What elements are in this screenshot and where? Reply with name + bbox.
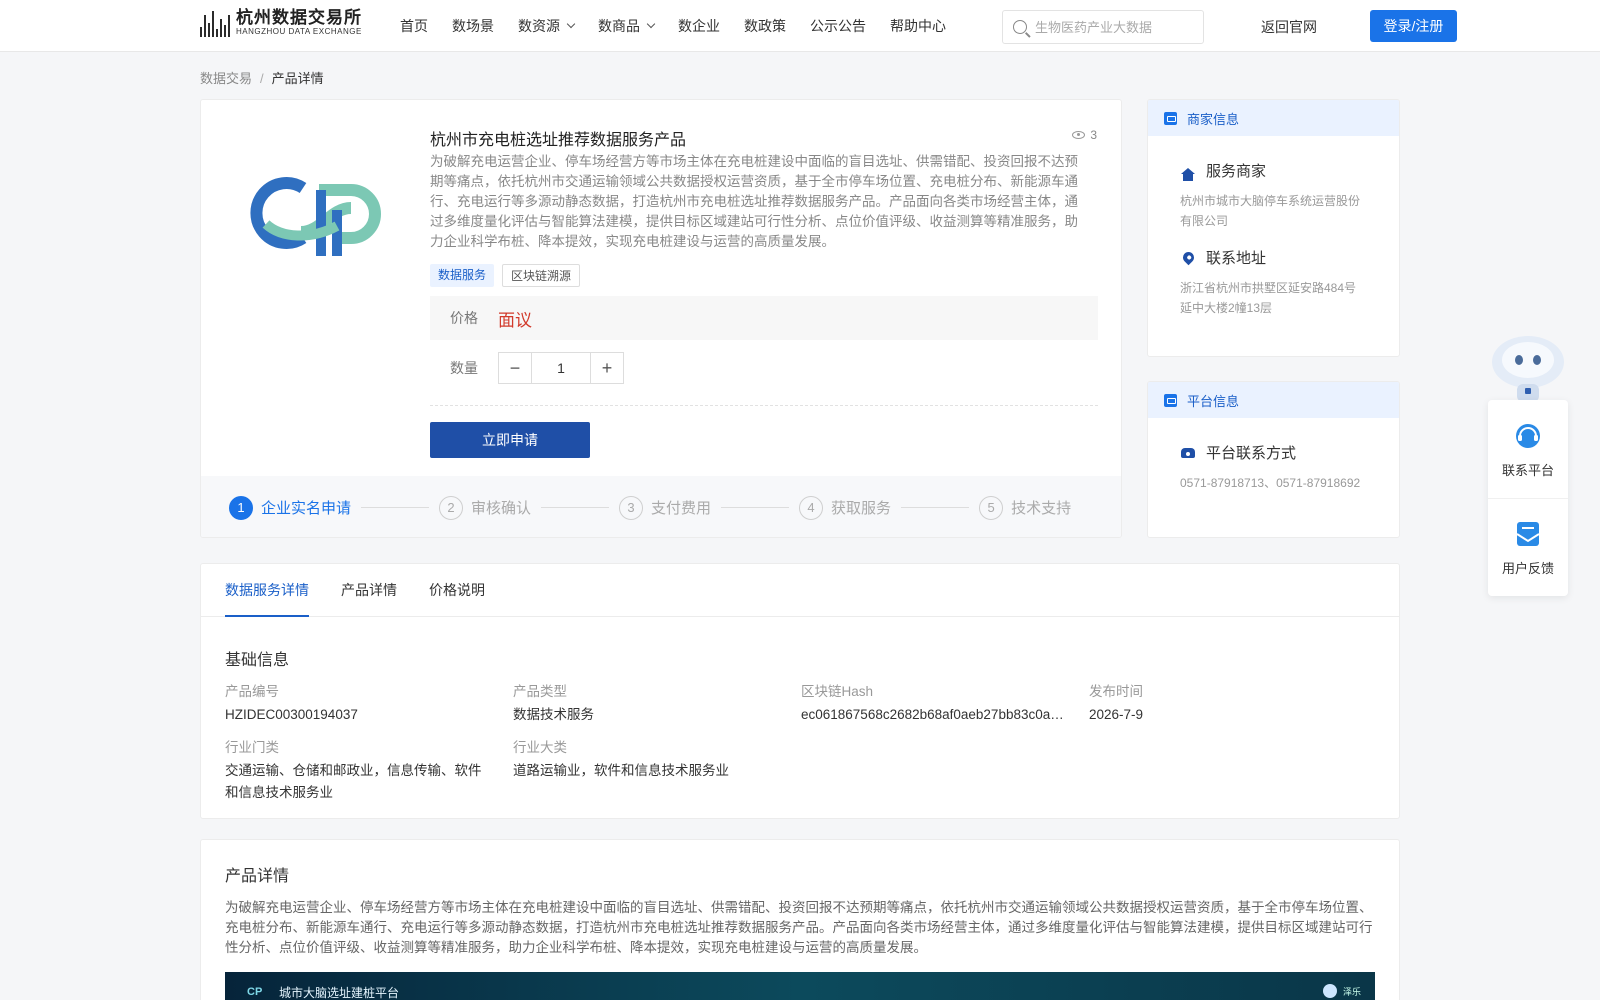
banner-user: 泽乐 xyxy=(1322,984,1361,998)
field-product-id: 产品编号 HZIDEC00300194037 xyxy=(225,684,358,722)
tag-data-service: 数据服务 xyxy=(430,264,495,287)
chevron-down-icon xyxy=(646,19,656,29)
address-title: 联系地址 xyxy=(1206,250,1267,267)
step-1: 1 企业实名申请 xyxy=(229,495,351,520)
product-detail-card: 产品详情 为破解充电运营企业、停车场经营方等市场主体在充电桩建设中面临的盲目选址… xyxy=(200,839,1400,1000)
back-to-site-link[interactable]: 返回官网 xyxy=(1261,17,1317,37)
feedback-mail-icon xyxy=(1516,522,1540,546)
contact-platform-button[interactable]: 联系平台 xyxy=(1488,400,1568,498)
headset-icon xyxy=(1516,423,1540,448)
quantity-label: 数量 xyxy=(450,360,478,376)
logo-title: 杭州数据交易所 xyxy=(236,8,362,27)
contact-platform-label: 联系平台 xyxy=(1501,462,1554,478)
location-pin-icon xyxy=(1180,249,1196,266)
price-box: 价格 面议 xyxy=(430,296,1098,340)
logo-subtitle: HANGZHOU DATA EXCHANGE xyxy=(236,27,362,36)
phone-icon xyxy=(1181,447,1195,458)
quantity-input[interactable]: 1 xyxy=(531,353,591,383)
search-input[interactable] xyxy=(1035,19,1195,35)
service-merchant-value: 杭州市城市大脑停车系统运营股份有限公司 xyxy=(1180,194,1361,228)
nav-item-policies[interactable]: 数政策 xyxy=(744,16,786,36)
step-4: 4 获取服务 xyxy=(799,495,891,520)
nav-item-enterprises[interactable]: 数企业 xyxy=(678,16,720,36)
detail-tabs: 数据服务详情 产品详情 价格说明 xyxy=(201,564,1399,617)
tab-price-info[interactable]: 价格说明 xyxy=(429,564,485,616)
product-detail-title: 产品详情 xyxy=(225,868,290,885)
search-icon[interactable] xyxy=(1013,20,1027,34)
service-merchant-title: 服务商家 xyxy=(1206,163,1267,180)
platform-info-panel: 平台信息 平台联系方式 0571-87918713、0571-87918692 xyxy=(1147,381,1400,538)
nav-item-scenes[interactable]: 数场景 xyxy=(452,16,494,36)
basic-info-grid: 产品编号 HZIDEC00300194037 产品类型 数据技术服务 区块链Hash… xyxy=(225,682,1375,804)
apply-now-button[interactable]: 立即申请 xyxy=(430,422,590,458)
field-publish-date: 发布时间 2026-7-9 xyxy=(1089,684,1144,722)
quantity-row: 数量 − 1 + xyxy=(450,352,624,384)
site-logo[interactable]: 杭州数据交易所 HANGZHOU DATA EXCHANGE xyxy=(200,9,362,37)
shop-icon xyxy=(1164,111,1177,125)
product-description: 为破解充电运营企业、停车场经营方等市场主体在充电桩建设中面临的盲目选址、供需错配… xyxy=(430,154,1078,249)
quantity-plus-button[interactable]: + xyxy=(591,353,623,383)
product-tags: 数据服务 区块链溯源 xyxy=(430,264,581,287)
field-product-type: 产品类型 数据技术服务 xyxy=(513,684,594,722)
eye-icon xyxy=(1072,131,1086,139)
login-register-button[interactable]: 登录/注册 xyxy=(1370,10,1457,42)
field-blockchain-hash: 区块链Hash ec061867568c2682b68af0aeb27bb83c0… xyxy=(801,684,1064,722)
product-logo-icon xyxy=(250,177,381,256)
apply-steps: 1 企业实名申请 2 审核确认 3 支付费用 4 获取服务 5 技术支持 xyxy=(201,476,1121,537)
breadcrumb-separator: / xyxy=(260,71,264,86)
divider xyxy=(430,405,1098,406)
nav-item-help[interactable]: 帮助中心 xyxy=(890,16,946,36)
user-feedback-label: 用户反馈 xyxy=(1501,561,1554,576)
nav-item-resources[interactable]: 数资源 xyxy=(518,16,576,36)
product-card: 杭州市充电桩选址推荐数据服务产品 3 为破解充电运营企业、停车场经营方等市场主体… xyxy=(200,99,1122,538)
view-count-value: 3 xyxy=(1090,128,1097,142)
search-box xyxy=(1002,10,1204,44)
main-nav: 首页 数场景 数资源 数商品 数企业 数政策 公示公告 帮助中心 xyxy=(400,0,970,52)
avatar xyxy=(1322,984,1337,998)
breadcrumb: 数据交易 / 产品详情 xyxy=(200,68,324,87)
assistant-robot-icon[interactable] xyxy=(1487,326,1569,402)
view-count: 3 xyxy=(1072,128,1097,142)
step-3: 3 支付费用 xyxy=(619,495,711,520)
platform-screenshot-banner: CP 城市大脑选址建桩平台 泽乐 xyxy=(225,972,1375,1000)
product-title: 杭州市充电桩选址推荐数据服务产品 xyxy=(430,132,687,149)
platform-contact-value: 0571-87918713、0571-87918692 xyxy=(1180,476,1361,490)
price-value: 面议 xyxy=(498,310,532,330)
merchant-panel-title: 商家信息 xyxy=(1187,111,1240,127)
field-industry-major: 行业大类 道路运输业，软件和信息技术服务业 xyxy=(513,740,729,778)
nav-item-announcements[interactable]: 公示公告 xyxy=(810,16,866,36)
price-label: 价格 xyxy=(450,310,478,326)
merchant-info-panel: 商家信息 服务商家 杭州市城市大脑停车系统运营股份有限公司 联系地址 浙江省杭州… xyxy=(1147,99,1400,357)
logo-bars-icon xyxy=(200,9,230,37)
product-detail-text: 为破解充电运营企业、停车场经营方等市场主体在充电桩建设中面临的盲目选址、供需错配… xyxy=(225,900,1373,955)
platform-panel-title: 平台信息 xyxy=(1187,393,1240,409)
nav-item-products[interactable]: 数商品 xyxy=(598,16,656,36)
nav-item-home[interactable]: 首页 xyxy=(400,16,428,36)
breadcrumb-current: 产品详情 xyxy=(271,71,324,86)
quantity-stepper: − 1 + xyxy=(498,352,624,384)
home-icon xyxy=(1181,167,1195,181)
basic-info-title: 基础信息 xyxy=(225,652,290,669)
platform-icon xyxy=(1164,393,1177,407)
banner-title: 城市大脑选址建桩平台 xyxy=(279,986,400,1000)
tab-service-details[interactable]: 数据服务详情 xyxy=(225,564,309,617)
quantity-minus-button[interactable]: − xyxy=(499,353,531,383)
banner-logo: CP xyxy=(247,986,263,998)
top-header: 杭州数据交易所 HANGZHOU DATA EXCHANGE 首页 数场景 数资… xyxy=(0,0,1600,52)
address-value: 浙江省杭州市拱墅区延安路484号延中大楼2幢13层 xyxy=(1180,281,1357,315)
field-industry-category: 行业门类 交通运输、仓储和邮政业，信息传输、软件和信息技术服务业 xyxy=(225,740,482,800)
step-2: 2 审核确认 xyxy=(439,495,531,520)
platform-contact-title: 平台联系方式 xyxy=(1206,445,1297,462)
chevron-down-icon xyxy=(566,19,576,29)
tab-product-details[interactable]: 产品详情 xyxy=(341,564,397,616)
floating-toolbar: 联系平台 用户反馈 xyxy=(1488,400,1568,596)
step-5: 5 技术支持 xyxy=(979,495,1071,520)
user-feedback-button[interactable]: 用户反馈 xyxy=(1488,498,1568,596)
breadcrumb-root[interactable]: 数据交易 xyxy=(200,71,252,86)
service-details-card: 数据服务详情 产品详情 价格说明 基础信息 产品编号 HZIDEC00300194… xyxy=(200,563,1400,819)
tag-blockchain: 区块链溯源 xyxy=(502,264,581,287)
